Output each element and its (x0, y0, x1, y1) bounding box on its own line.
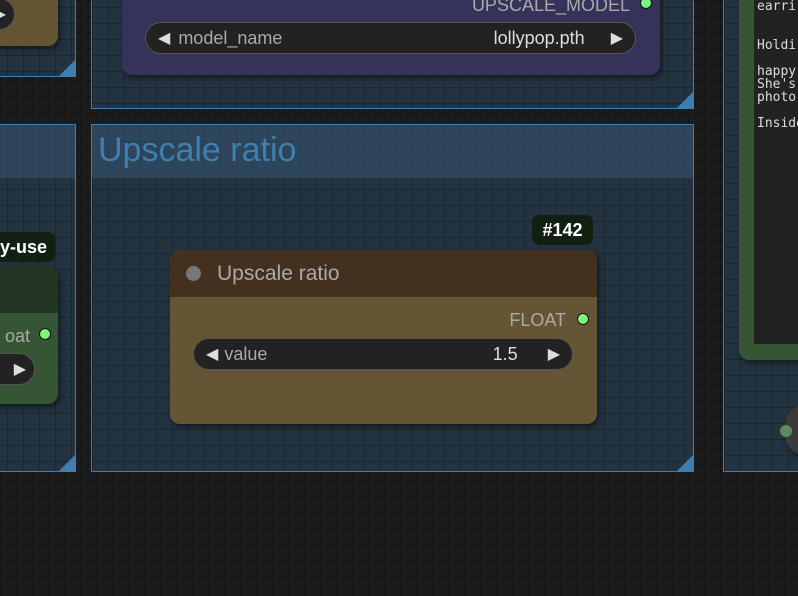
widget-label: model_name (178, 27, 283, 48)
node-id-badge: #142 (532, 215, 593, 245)
node-title: Upscale ratio (217, 261, 340, 285)
value-number-widget[interactable]: ◀ value 1.5 ▶ (193, 338, 573, 370)
group-resize-handle[interactable] (59, 455, 75, 471)
arrow-right-icon[interactable]: ▶ (14, 359, 26, 379)
widget-stepper[interactable]: ▶ (0, 353, 35, 385)
widget-stepper[interactable]: ▶ (0, 0, 15, 30)
arrow-left-icon[interactable]: ◀ (158, 28, 170, 48)
output-slot-dot[interactable] (640, 0, 652, 9)
upscale-model-node[interactable]: UPSCALE_MODEL ◀ model_name lollypop.pth … (122, 0, 660, 75)
text-area[interactable]: earri Holdir happy She's photo Inside (754, 0, 798, 344)
arrow-right-icon[interactable]: ▶ (548, 344, 560, 364)
input-slot-dot[interactable] (780, 425, 792, 437)
olive-node[interactable]: ▶ (0, 0, 58, 46)
collapse-dot-icon[interactable] (186, 266, 201, 281)
left-green-node[interactable]: oat ▶ (0, 266, 58, 404)
output-label: UPSCALE_MODEL (471, 0, 630, 15)
text-line: Inside (757, 116, 798, 131)
node-header[interactable]: Upscale ratio (170, 250, 597, 297)
node-header[interactable] (0, 266, 58, 313)
arrow-right-icon[interactable]: ▶ (0, 4, 6, 24)
widget-label: value (224, 343, 268, 364)
widget-value: 1.5 (492, 343, 518, 364)
group-title-bar[interactable] (0, 125, 75, 178)
group-resize-handle[interactable] (677, 455, 693, 471)
output-label: oat (4, 326, 30, 346)
output-slot-dot[interactable] (577, 313, 589, 325)
group-resize-handle[interactable] (59, 60, 75, 76)
node-badge: y-use (0, 232, 55, 262)
arrow-right-icon[interactable]: ▶ (611, 28, 623, 48)
output-label: FLOAT (509, 310, 566, 330)
arrow-left-icon[interactable]: ◀ (206, 344, 218, 364)
text-node[interactable]: earri Holdir happy She's photo Inside (739, 0, 798, 360)
group-title[interactable]: Upscale ratio (92, 125, 693, 178)
model-name-combo[interactable]: ◀ model_name lollypop.pth ▶ (145, 22, 636, 54)
widget-value: lollypop.pth (493, 27, 585, 48)
upscale-ratio-node[interactable]: Upscale ratio FLOAT ◀ value 1.5 ▶ (170, 250, 597, 424)
output-slot-dot[interactable] (39, 328, 51, 340)
group-resize-handle[interactable] (677, 92, 693, 108)
